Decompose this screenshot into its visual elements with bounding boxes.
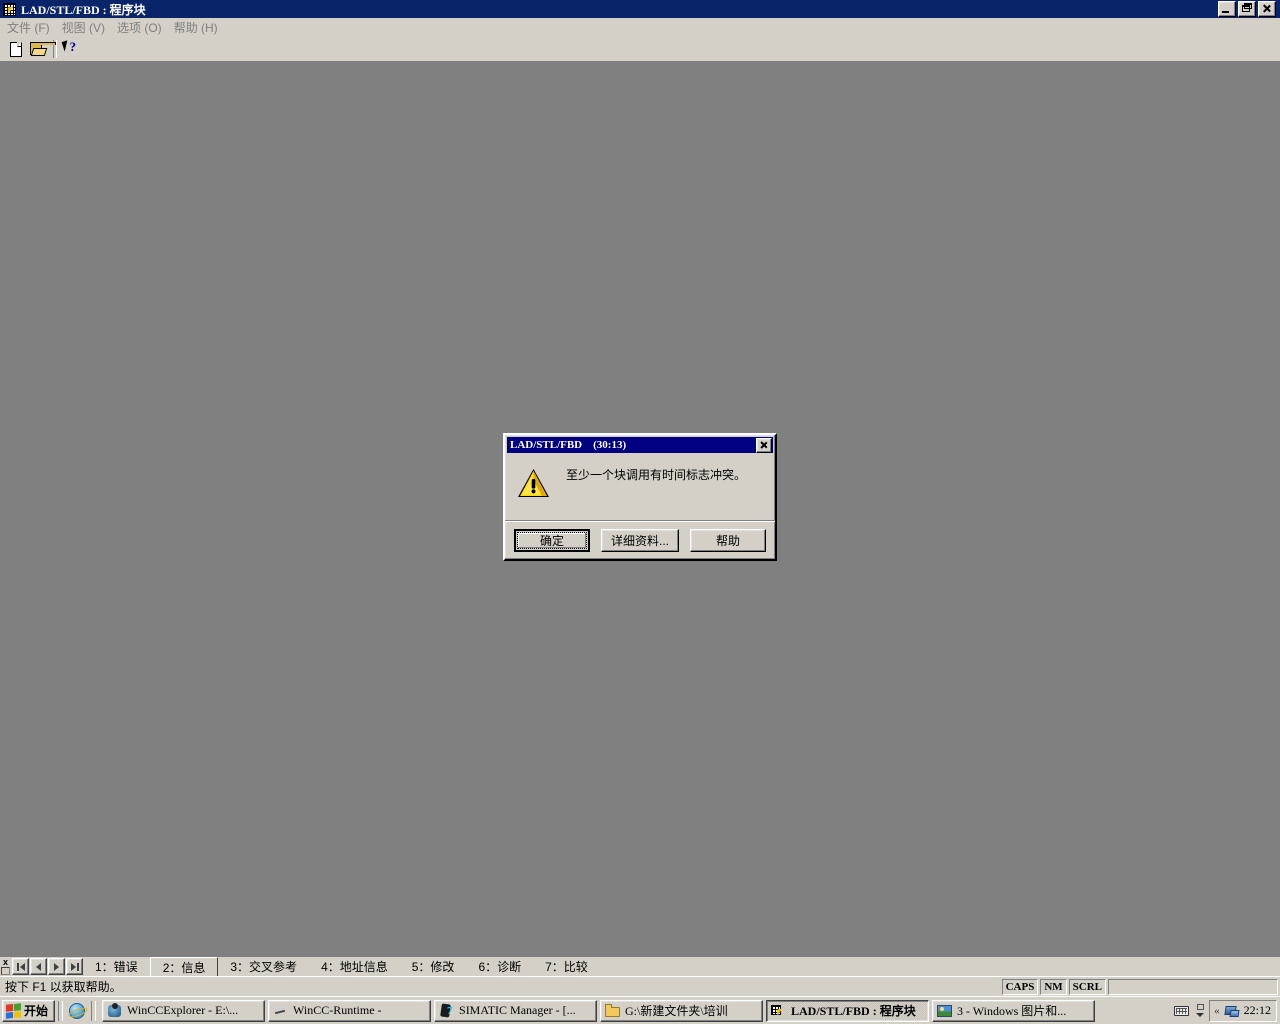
folder-icon xyxy=(605,1003,621,1019)
ladder-editor-icon[interactable] xyxy=(2,1,18,17)
tab-nav-first[interactable] xyxy=(12,958,29,975)
tab-info[interactable]: 2：信息 xyxy=(149,957,219,976)
tab-nav-last[interactable] xyxy=(66,958,83,975)
ladder-editor-icon xyxy=(771,1003,787,1019)
dialog-title-bar: LAD/STL/FBD (30:13) xyxy=(507,437,773,453)
details-button[interactable]: 详细资料... xyxy=(601,529,679,552)
tab-modify[interactable]: 5：修改 xyxy=(400,957,467,976)
photo-viewer-icon xyxy=(937,1003,953,1019)
menu-help[interactable]: 帮助 (H) xyxy=(171,18,227,38)
task-list: WinCCExplorer - E:\... WinCC-Runtime - S… xyxy=(99,999,1171,1022)
taskbar: 开始 WinCCExplorer - E:\... WinCC-Runtime … xyxy=(0,996,1280,1024)
minimize-icon[interactable] xyxy=(1218,1,1236,17)
status-bar: 按下 F1 以获取帮助。 CAPS NM SCRL xyxy=(0,976,1280,996)
taskbar-item-wincc-runtime[interactable]: WinCC-Runtime - xyxy=(268,999,432,1022)
tab-list: 1：错误 2：信息 3：交叉参考 4：地址信息 5：修改 6：诊断 7：比较 xyxy=(83,957,1280,976)
tab-compare[interactable]: 7：比较 xyxy=(533,957,600,976)
new-document-icon xyxy=(9,41,22,57)
window-title: LAD/STL/FBD : 程序块 xyxy=(21,2,146,17)
dialog-message: 至少一个块调用有时间标志冲突。 xyxy=(566,468,747,482)
tabstrip-close-label: x xyxy=(2,957,8,967)
taskbar-item-windows-picture-viewer[interactable]: 3 - Windows 图片和... xyxy=(932,999,1096,1022)
taskbar-item-label: LAD/STL/FBD : 程序块 xyxy=(791,1004,916,1018)
taskbar-item-label: WinCCExplorer - E:\... xyxy=(127,1003,239,1017)
toolbar: ? xyxy=(0,37,1280,62)
tab-navigation xyxy=(11,957,83,976)
system-tray: « 22:12 xyxy=(1171,999,1280,1022)
context-help-button[interactable]: ? xyxy=(60,38,83,60)
tab-nav-prev[interactable] xyxy=(30,958,47,975)
wincc-runtime-icon xyxy=(273,1003,289,1019)
menu-view[interactable]: 视图 (V) xyxy=(59,18,114,38)
windows-flag-icon xyxy=(6,1002,21,1019)
warning-dialog: LAD/STL/FBD (30:13) 至少一个块调用有时间标志冲突。 确定 详… xyxy=(503,433,777,561)
chevron-left-icon[interactable]: « xyxy=(1214,1005,1220,1017)
simatic-manager-icon xyxy=(439,1003,455,1019)
keyboard-layout-icon[interactable] xyxy=(1171,1001,1191,1021)
status-badge-caps: CAPS xyxy=(1001,978,1039,995)
result-tab-strip: x 1：错误 2：信息 3：交叉参考 4：地址信息 5：修改 6：诊断 7：比较 xyxy=(0,956,1280,976)
taskbar-item-winccexplorer[interactable]: WinCCExplorer - E:\... xyxy=(102,999,266,1022)
new-document-button[interactable] xyxy=(4,38,27,60)
menu-options[interactable]: 选项 (O) xyxy=(114,18,171,38)
taskbar-item-label: WinCC-Runtime - xyxy=(293,1003,382,1017)
tasks-separator xyxy=(91,1000,97,1021)
taskbar-item-label: G:\新建文件夹\培训 xyxy=(625,1004,728,1018)
status-badge-nm: NM xyxy=(1040,978,1067,995)
help-pointer-icon: ? xyxy=(61,39,81,57)
quicklaunch-internet-explorer[interactable] xyxy=(66,1000,88,1022)
title-bar: LAD/STL/FBD : 程序块 xyxy=(0,0,1280,18)
warning-triangle-icon xyxy=(517,468,550,498)
tab-diagnostics[interactable]: 6：诊断 xyxy=(466,957,533,976)
ok-button[interactable]: 确定 xyxy=(514,529,590,552)
taskbar-item-simatic-manager[interactable]: SIMATIC Manager - [... xyxy=(434,999,598,1022)
ok-button-label: 确定 xyxy=(517,532,587,549)
close-icon[interactable] xyxy=(756,437,772,453)
status-badge-scrl: SCRL xyxy=(1068,978,1106,995)
close-icon[interactable] xyxy=(1258,1,1276,17)
open-file-button[interactable] xyxy=(27,38,56,60)
wincc-explorer-icon xyxy=(107,1002,123,1019)
menu-file[interactable]: 文件 (F) xyxy=(4,18,59,38)
network-icon[interactable] xyxy=(1225,1004,1239,1018)
tray-expand-icon[interactable] xyxy=(1194,1001,1206,1021)
start-button[interactable]: 开始 xyxy=(2,999,56,1022)
open-folder-icon xyxy=(29,41,56,57)
taskbar-item-lad-stl-fbd[interactable]: LAD/STL/FBD : 程序块 xyxy=(766,999,930,1022)
tab-address-info[interactable]: 4：地址信息 xyxy=(309,957,400,976)
start-button-label: 开始 xyxy=(24,1004,49,1018)
tab-errors[interactable]: 1：错误 xyxy=(83,957,150,976)
window-controls xyxy=(1218,1,1278,17)
tabstrip-close-button[interactable]: x xyxy=(0,957,11,976)
tray-status-area: « 22:12 xyxy=(1209,999,1277,1022)
dialog-button-row: 确定 详细资料... 帮助 xyxy=(505,522,775,559)
taskbar-item-label: SIMATIC Manager - [... xyxy=(459,1003,576,1017)
tab-nav-next[interactable] xyxy=(48,958,65,975)
status-extra-pane xyxy=(1108,978,1278,995)
restore-icon[interactable] xyxy=(1238,1,1256,17)
tab-cross-ref[interactable]: 3：交叉参考 xyxy=(218,957,309,976)
menu-bar: 文件 (F) 视图 (V) 选项 (O) 帮助 (H) xyxy=(0,18,1280,37)
dialog-title: LAD/STL/FBD (30:13) xyxy=(510,439,627,451)
help-button[interactable]: 帮助 xyxy=(690,529,766,552)
status-message: 按下 F1 以获取帮助。 xyxy=(5,980,122,994)
clock[interactable]: 22:12 xyxy=(1244,1003,1271,1018)
taskbar-item-folder[interactable]: G:\新建文件夹\培训 xyxy=(600,999,764,1022)
internet-explorer-icon xyxy=(69,1002,86,1019)
taskbar-item-label: 3 - Windows 图片和... xyxy=(957,1004,1067,1018)
dialog-body: 至少一个块调用有时间标志冲突。 xyxy=(505,453,775,520)
quicklaunch-separator xyxy=(58,1000,64,1021)
tabstrip-resize-handle[interactable] xyxy=(1,967,10,975)
